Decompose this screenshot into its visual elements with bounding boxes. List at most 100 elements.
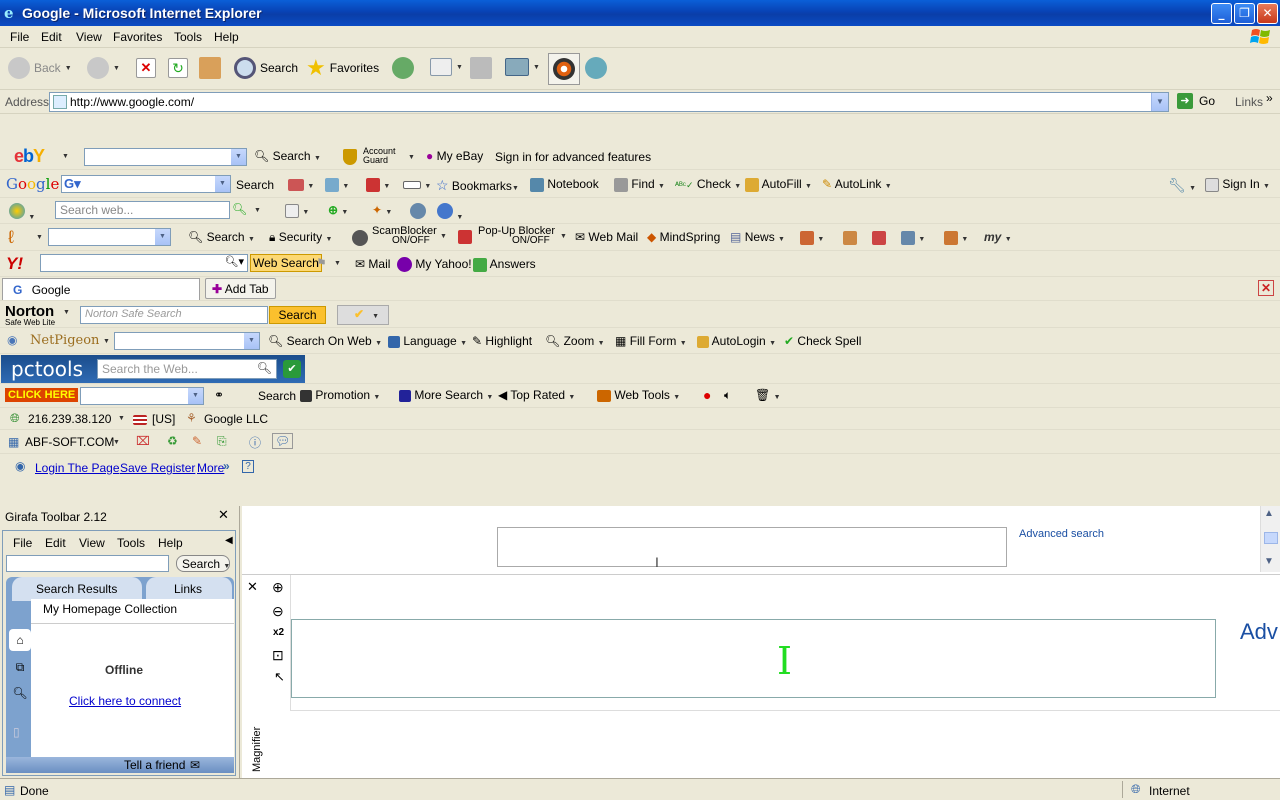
security-button[interactable]: 🔒︎ Security ▼ <box>269 230 332 245</box>
bookmarks-button[interactable]: ☆ Bookmarks▼ <box>436 177 519 194</box>
more-link[interactable]: More <box>197 461 224 475</box>
earthlink-caret[interactable]: ▼ <box>36 234 43 241</box>
menu-edit[interactable]: Edit <box>41 30 62 44</box>
clickhere-search-input[interactable]: ▼ <box>80 387 204 405</box>
autologin-button[interactable]: AutoLogin ▼ <box>697 334 776 348</box>
clickhere-search-button[interactable]: Search <box>258 389 296 403</box>
record-icon[interactable]: ● <box>703 387 711 403</box>
promotion-button[interactable]: Promotion ▼ <box>300 388 380 402</box>
page-scrollbar[interactable]: ▲ ▼ <box>1260 506 1280 572</box>
binoculars-icon[interactable]: ⚭ <box>214 388 224 402</box>
menu-file[interactable]: File <box>10 30 29 44</box>
pctools-search-input[interactable]: Search the Web... 🔍︎ <box>97 359 277 379</box>
girafa-search-button[interactable]: Search ▼ <box>176 555 230 572</box>
girafa-pages-icon[interactable]: ⧉ <box>10 657 30 677</box>
google-popup-icon[interactable]: ▼ <box>366 177 390 192</box>
google-settings-wrench-icon[interactable]: 🔧︎ ▼ <box>1168 177 1196 194</box>
edit-button[interactable]: ▼ <box>505 58 540 76</box>
pctools-shield-icon[interactable]: ✔ <box>283 360 301 378</box>
msn-refresh-icon[interactable] <box>410 203 426 222</box>
earthlink-search-button[interactable]: 🔍︎ Search ▼ <box>188 230 255 244</box>
help-icon[interactable]: ? <box>242 460 254 473</box>
google-signin-button[interactable]: Sign In ▼ <box>1205 177 1270 192</box>
favorites-button[interactable]: ★ Favorites <box>306 57 379 79</box>
travel-icon[interactable] <box>872 230 886 245</box>
girafa-tab-links[interactable]: Links <box>146 577 232 601</box>
click-here-badge[interactable]: CLICK HERE <box>5 388 79 402</box>
answers-button[interactable]: Answers <box>473 257 536 272</box>
more-chevron-icon[interactable]: » <box>223 459 230 473</box>
advanced-search-link[interactable]: Advanced search <box>1019 528 1104 540</box>
magnifier-zoom-level[interactable]: x2 <box>273 627 284 638</box>
yahoo-caret[interactable]: ▼ <box>334 260 341 267</box>
autolink-button[interactable]: ✎ AutoLink ▼ <box>822 177 892 191</box>
norton-caret[interactable]: ▼ <box>63 309 70 316</box>
messenger-button[interactable] <box>548 53 580 85</box>
address-input[interactable]: http://www.google.com/ ▼ <box>49 92 1169 112</box>
back-button[interactable]: Back ▼ <box>8 57 72 79</box>
webmail-button[interactable]: ✉︎ Web Mail <box>575 230 638 244</box>
google-search-box[interactable] <box>497 527 1007 567</box>
yahoo-mail-button[interactable]: ✉︎ Mail <box>355 257 390 271</box>
google-highlight-icon[interactable]: ▼ <box>403 177 431 191</box>
login-page-link[interactable]: Login The Page <box>35 461 120 475</box>
zoom-button[interactable]: 🔍︎ Zoom ▼ <box>545 334 605 348</box>
add-tab-button[interactable]: ✚ Add Tab <box>205 278 276 299</box>
netpigeon-search-input[interactable]: ▼ <box>114 332 260 350</box>
my-icon[interactable]: my ▼ <box>984 230 1012 244</box>
scroll-thumb[interactable] <box>1264 532 1278 544</box>
highlight-button[interactable]: ✎ Highlight <box>472 334 532 348</box>
speaker-icon[interactable]: 🔈︎ <box>724 388 731 403</box>
notebook-button[interactable]: Notebook <box>530 177 599 192</box>
netpigeon-caret[interactable]: ▼ <box>103 338 110 345</box>
msn-help-icon[interactable]: ▼ <box>437 203 463 222</box>
links-chevron-icon[interactable]: » <box>1266 91 1273 105</box>
google-news-icon[interactable]: ▼ <box>288 177 314 191</box>
msn-messenger-icon[interactable]: ✦ ▼ <box>372 203 392 217</box>
my-ebay-button[interactable]: ● My eBay <box>426 149 483 163</box>
bag-icon[interactable]: ▼ <box>944 230 968 245</box>
girafa-menu-help[interactable]: Help <box>158 536 183 550</box>
yahoo-search-input[interactable]: 🔍︎▾ <box>40 254 248 272</box>
norton-safeweb-button[interactable]: ✔ ▼ <box>337 305 389 325</box>
home-button[interactable] <box>199 57 221 79</box>
address-dropdown[interactable]: ▼ <box>1151 93 1168 111</box>
discuss-button[interactable] <box>585 57 607 79</box>
weather-icon[interactable]: ▼ <box>800 230 824 245</box>
ebay-search-button[interactable]: 🔍︎ Search ▼ <box>254 149 321 163</box>
refresh-button[interactable]: ↻ <box>168 58 188 78</box>
abf-tool-1-icon[interactable]: ⌧ <box>136 434 150 448</box>
girafa-menu-view[interactable]: View <box>79 536 105 550</box>
fill-form-button[interactable]: ▦ Fill Form ▼ <box>615 334 687 348</box>
scroll-down-icon[interactable]: ▼ <box>1264 556 1274 567</box>
girafa-menu-tools[interactable]: Tools <box>117 536 145 550</box>
forward-button[interactable]: ▼ <box>87 57 120 79</box>
minimize-button[interactable]: _ <box>1211 3 1232 24</box>
norton-search-input[interactable]: Norton Safe Search <box>80 306 268 324</box>
girafa-connect-link[interactable]: Click here to connect <box>69 694 181 708</box>
close-tab-icon[interactable]: ✕ <box>1258 280 1274 296</box>
go-button[interactable]: ➜ Go <box>1177 93 1215 109</box>
magnifier-pointer-icon[interactable]: ↖ <box>274 669 285 685</box>
ebay-menu-caret[interactable]: ▼ <box>62 153 69 160</box>
language-button[interactable]: Language ▼ <box>388 334 467 348</box>
magnifier-zoom-out-icon[interactable]: ⊖ <box>272 603 284 620</box>
magnifier-zoom-in-icon[interactable]: ⊕ <box>272 579 284 596</box>
ebay-search-input[interactable]: ▼ <box>84 148 247 166</box>
msn-butterfly-icon[interactable]: ▼ <box>9 203 35 222</box>
my-yahoo-button[interactable]: My Yahoo! <box>397 257 472 273</box>
menu-help[interactable]: Help <box>214 30 239 44</box>
google-search-button[interactable]: Search <box>236 178 274 192</box>
tab-google[interactable]: G Google <box>2 278 200 300</box>
norton-search-button[interactable]: Search <box>269 306 326 324</box>
girafa-search-input[interactable] <box>6 555 169 572</box>
web-tools-button[interactable]: Web Tools ▼ <box>597 388 680 402</box>
check-spell-button[interactable]: ✔ Check Spell <box>784 334 861 348</box>
girafa-tell-friend[interactable]: Tell a friend <box>124 758 185 772</box>
menu-favorites[interactable]: Favorites <box>113 30 162 44</box>
msn-window-icon[interactable]: ▼ <box>285 203 309 218</box>
abf-tool-4-icon[interactable]: ⎘ <box>217 434 227 449</box>
girafa-collapse-icon[interactable]: ◀ <box>225 535 233 546</box>
autofill-button[interactable]: AutoFill ▼ <box>745 177 812 192</box>
msn-add-icon[interactable]: ⊕ ▼ <box>328 203 348 217</box>
